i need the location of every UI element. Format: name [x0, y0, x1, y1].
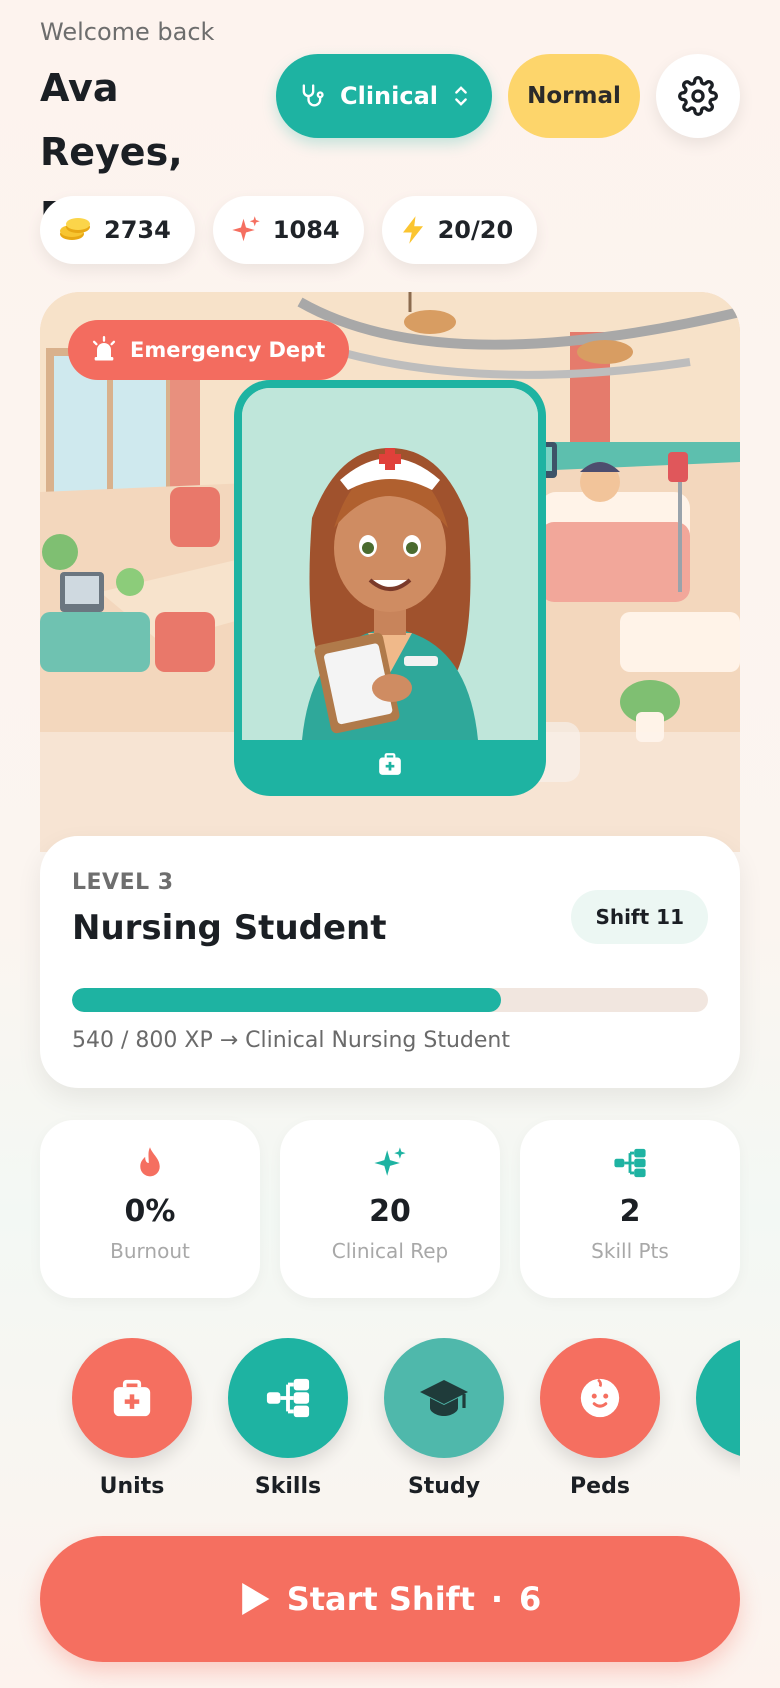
nav-study-label: Study: [407, 1474, 481, 1499]
clinical-rep-label: Clinical Rep: [331, 1239, 449, 1263]
nav-skills-label: Skills: [254, 1474, 322, 1499]
difficulty-button[interactable]: Normal: [508, 54, 640, 138]
energy-chip[interactable]: 20/20: [381, 196, 538, 264]
shift-badge: Shift 11: [571, 890, 708, 944]
coins-chip[interactable]: 2734: [40, 196, 195, 264]
welcome-text: Welcome back: [40, 18, 215, 46]
energy-value: 20/20: [437, 216, 514, 244]
hospital-scene: Emergency Dept: [40, 292, 740, 852]
nav-units-circle[interactable]: [72, 1338, 192, 1458]
department-label: Emergency Dept: [130, 338, 326, 362]
clinical-rep-card[interactable]: 20 Clinical Rep: [280, 1120, 500, 1298]
burnout-value: 0%: [124, 1194, 176, 1229]
nav-icon: [736, 1378, 740, 1418]
quick-nav: Units Skills Study Peds: [40, 1338, 740, 1508]
nurse-avatar: [242, 388, 538, 740]
nav-skills-circle[interactable]: [228, 1338, 348, 1458]
skill-tree-icon: [614, 1148, 646, 1178]
lightning-icon: [402, 216, 423, 244]
department-badge[interactable]: Emergency Dept: [68, 320, 350, 380]
start-shift-button[interactable]: Start Shift · 6: [40, 1536, 740, 1662]
settings-button[interactable]: [656, 54, 740, 138]
burnout-card[interactable]: 0% Burnout: [40, 1120, 260, 1298]
clinical-rep-value: 20: [369, 1194, 411, 1229]
xp-progress-bar: [72, 988, 708, 1012]
level-card: LEVEL 3 Nursing Student Shift 11 540 / 8…: [40, 836, 740, 1088]
mode-label: Clinical: [339, 82, 439, 110]
level-title: Nursing Student: [72, 908, 387, 948]
nav-peds-circle[interactable]: [540, 1338, 660, 1458]
skill-points-value: 2: [619, 1194, 641, 1229]
mode-selector-button[interactable]: Clinical: [276, 54, 492, 138]
start-shift-label: Start Shift: [286, 1580, 475, 1618]
level-label: LEVEL 3: [72, 870, 174, 895]
gems-value: 1084: [272, 216, 340, 244]
nav-fifth-circle[interactable]: [696, 1338, 740, 1458]
character-portrait[interactable]: [234, 380, 546, 796]
chevron-updown-icon: [455, 86, 467, 106]
sparkle-icon: [374, 1147, 406, 1176]
gear-icon: [678, 76, 718, 116]
portrait-image-area: [242, 388, 538, 740]
baby-face-icon: [580, 1378, 620, 1418]
xp-text: 540 / 800 XP → Clinical Nursing Student: [72, 1028, 510, 1053]
gems-chip[interactable]: 1084: [212, 196, 364, 264]
skill-points-label: Skill Pts: [591, 1239, 669, 1263]
nav-study-circle[interactable]: [384, 1338, 504, 1458]
siren-icon: [92, 336, 116, 361]
xp-progress-fill: [72, 988, 502, 1012]
coins-icon: [60, 218, 90, 240]
skill-points-card[interactable]: 2 Skill Pts: [520, 1120, 740, 1298]
nav-units[interactable]: Units: [72, 1338, 192, 1499]
portrait-footer: [242, 740, 538, 788]
separator-dot: ·: [490, 1580, 504, 1618]
graduation-cap-icon: [420, 1380, 468, 1416]
burnout-label: Burnout: [110, 1239, 190, 1263]
coins-value: 2734: [104, 216, 171, 244]
currency-row: 2734 1084 20/20: [40, 196, 538, 264]
nav-skills[interactable]: Skills: [228, 1338, 348, 1499]
mini-stats-row: 0% Burnout 20 Clinical Rep 2 Skill Pts: [40, 1120, 740, 1298]
stethoscope-icon: [302, 84, 324, 107]
nav-study[interactable]: Study: [384, 1338, 504, 1499]
nav-peds[interactable]: Peds: [540, 1338, 660, 1499]
skill-tree-icon: [266, 1378, 310, 1418]
flame-icon: [140, 1147, 160, 1177]
play-icon: [241, 1583, 270, 1615]
sparkle-icon: [232, 216, 260, 242]
nav-peds-label: Peds: [570, 1474, 630, 1499]
header: Welcome back Ava Reyes, BSN Clinical Nor…: [40, 16, 740, 238]
nav-fifth[interactable]: D: [696, 1338, 740, 1499]
medkit-icon: [379, 753, 401, 775]
medkit-icon: [113, 1379, 151, 1417]
start-shift-count: 6: [519, 1580, 542, 1618]
nav-units-label: Units: [99, 1474, 165, 1499]
